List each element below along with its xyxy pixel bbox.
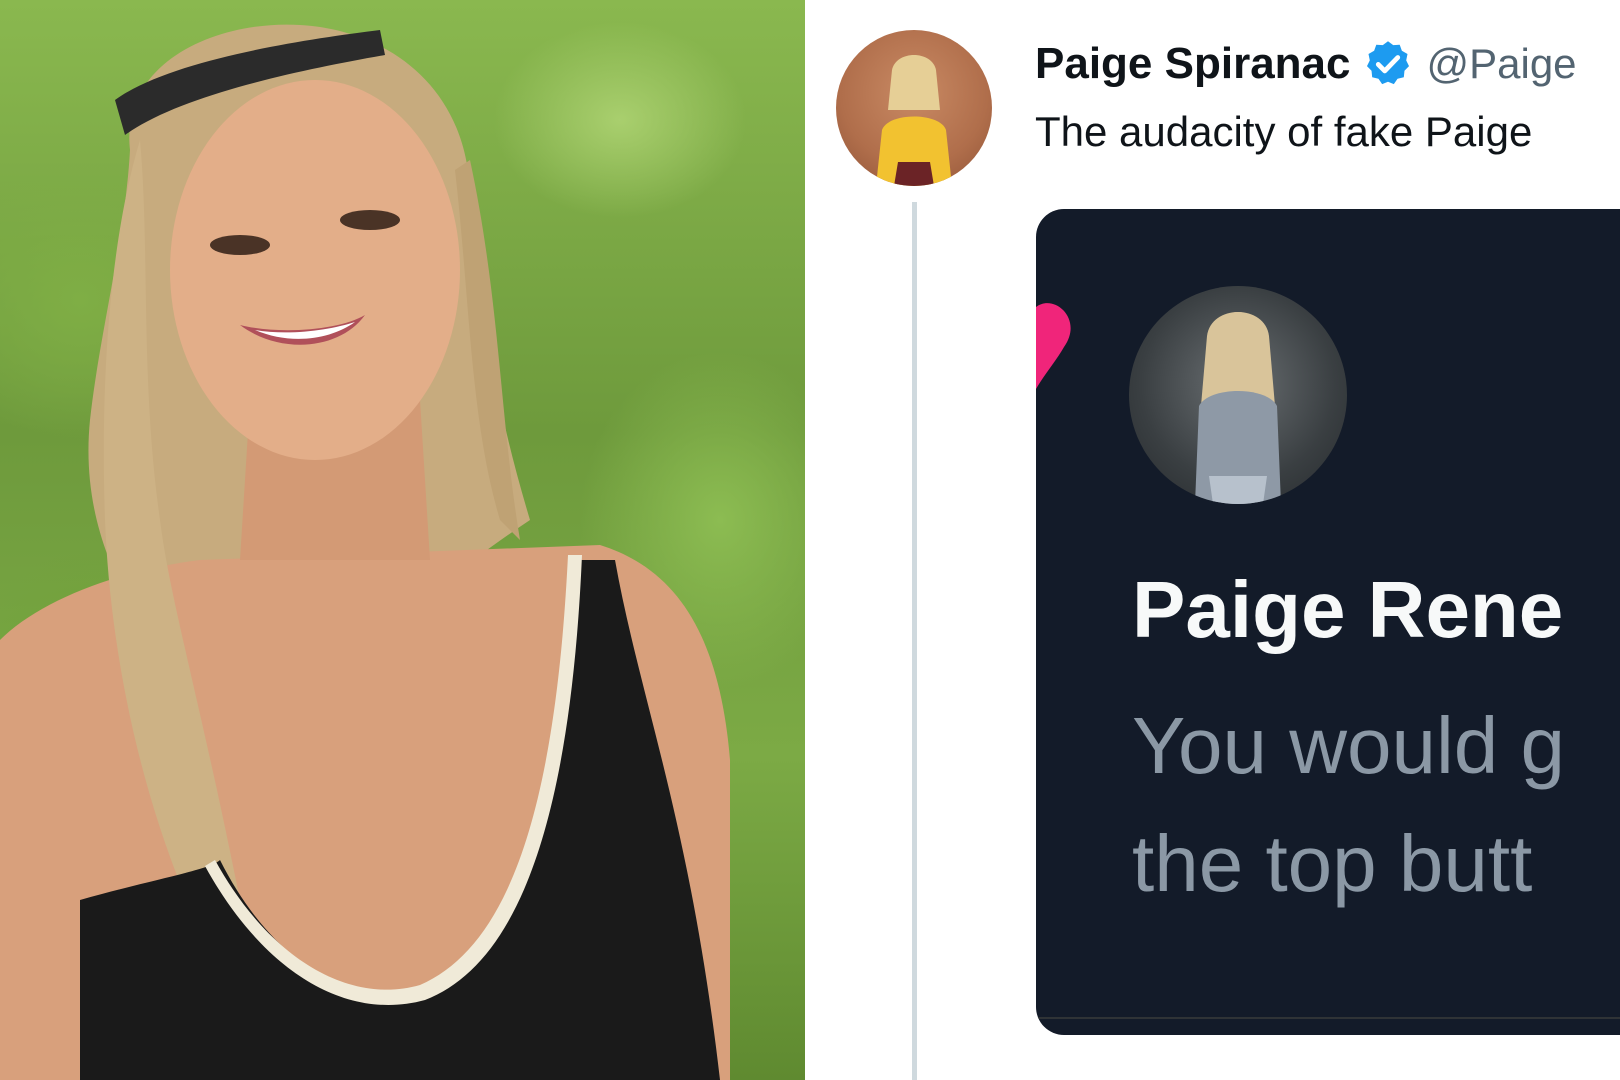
verified-badge-icon	[1362, 38, 1414, 90]
quoted-author-name[interactable]: Paige Rene	[1132, 564, 1563, 656]
quoted-tweet-text: You would g the top butt	[1132, 687, 1565, 923]
author-name[interactable]: Paige Spiranac	[1035, 39, 1350, 89]
tweet-panel: Paige Spiranac @Paige The audacity of fa…	[811, 0, 1620, 1080]
left-photo	[0, 0, 805, 1080]
tweet-header: Paige Spiranac @Paige	[1035, 34, 1577, 94]
photo-illustration	[0, 24, 730, 1080]
tweet-text: The audacity of fake Paige	[1035, 108, 1533, 155]
quoted-text-line: You would g	[1132, 701, 1565, 790]
quoted-avatar[interactable]	[1129, 286, 1347, 504]
quoted-tweet-card[interactable]: Paige Rene You would g the top butt	[1036, 209, 1620, 1035]
quoted-text-line: the top butt	[1132, 819, 1533, 908]
quoted-card-rule	[1036, 1017, 1620, 1019]
thread-line	[912, 202, 917, 1080]
author-handle[interactable]: @Paige	[1426, 40, 1576, 88]
author-avatar[interactable]	[836, 30, 992, 186]
heart-icon	[1036, 303, 1071, 389]
